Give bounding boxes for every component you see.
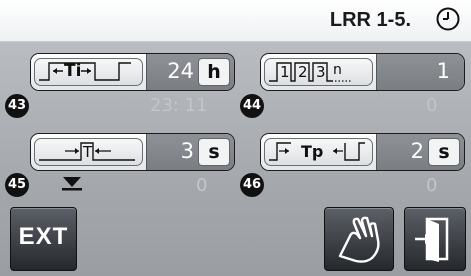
arrow-down-icon bbox=[62, 177, 82, 191]
parameter-panel: Ti 24 h 43 23: 11 1 2 3 n 1 44 0 T 3 s 4… bbox=[0, 42, 471, 276]
param-44-icon-label-n: n bbox=[333, 62, 342, 78]
param-46-icon-label: Tp bbox=[301, 142, 324, 161]
pulse-ti-icon: Ti bbox=[34, 58, 143, 86]
param-44-icon-label-2: 2 bbox=[298, 63, 308, 81]
pulse-tp-icon: Tp bbox=[264, 138, 373, 166]
pulse-t-icon: T bbox=[34, 138, 143, 166]
param-43-sub-value: 23: 11 bbox=[150, 95, 208, 116]
ext-button-label: EXT bbox=[18, 223, 69, 250]
ext-button[interactable]: EXT bbox=[10, 207, 77, 271]
param-46-number-badge: 46 bbox=[240, 173, 264, 197]
hand-icon bbox=[338, 216, 380, 263]
param-44-value: 1 bbox=[436, 59, 450, 83]
param-43-value: 24 bbox=[167, 59, 194, 83]
param-44-icon-label-3: 3 bbox=[316, 63, 326, 81]
param-44-icon-label-1: 1 bbox=[280, 63, 290, 81]
param-45-value: 3 bbox=[180, 139, 194, 163]
page-title: LRR 1-5. bbox=[329, 9, 411, 31]
param-46-sub-value: 0 bbox=[426, 175, 438, 196]
param-45-sub-value: 0 bbox=[196, 175, 208, 196]
clock-icon[interactable] bbox=[435, 6, 461, 32]
param-45-number-badge: 45 bbox=[5, 173, 29, 197]
hand-button[interactable] bbox=[324, 207, 394, 271]
param-43-unit: h bbox=[198, 58, 230, 86]
param-45-icon-label: T bbox=[83, 143, 93, 161]
pulse-count-icon: 1 2 3 n bbox=[264, 58, 373, 86]
param-45-unit: s bbox=[198, 138, 230, 166]
exit-button[interactable] bbox=[404, 207, 466, 271]
param-44-sub-value: 0 bbox=[426, 95, 438, 116]
param-43-icon-label: Ti bbox=[64, 61, 82, 81]
param-44-number-badge: 44 bbox=[240, 94, 264, 118]
param-45-field[interactable]: T 3 s bbox=[30, 133, 235, 171]
param-46-field[interactable]: Tp 2 s bbox=[260, 133, 465, 171]
param-46-value: 2 bbox=[410, 139, 424, 163]
header-bar: LRR 1-5. bbox=[0, 0, 471, 42]
param-43-field[interactable]: Ti 24 h bbox=[30, 53, 235, 91]
param-44-field[interactable]: 1 2 3 n 1 bbox=[260, 53, 465, 91]
param-46-unit: s bbox=[428, 138, 460, 166]
param-43-number-badge: 43 bbox=[5, 94, 29, 118]
exit-door-icon bbox=[415, 217, 449, 262]
